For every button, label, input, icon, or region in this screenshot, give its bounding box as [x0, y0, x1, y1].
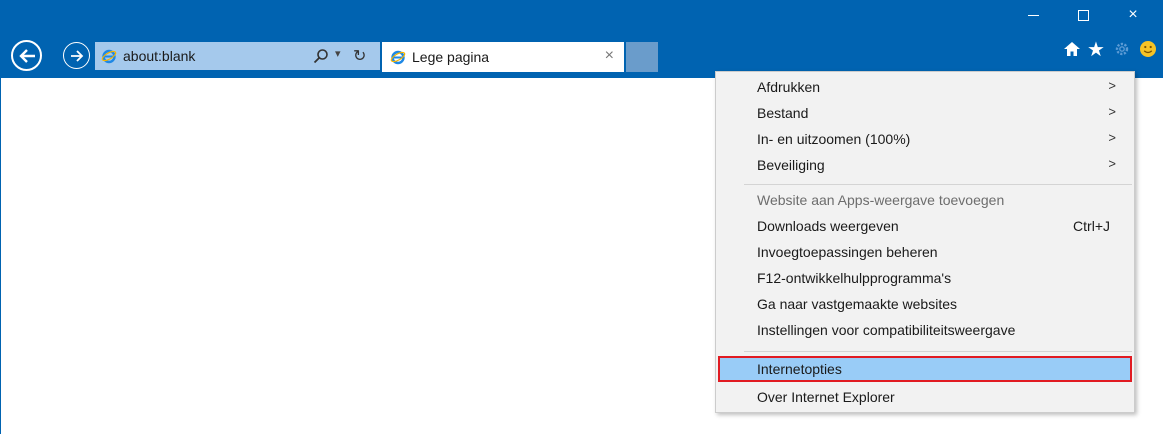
tab-title: Lege pagina	[412, 49, 490, 65]
refresh-icon[interactable]: ↻	[353, 46, 366, 66]
browser-titlebar: × about:blank ▾ ↻ Lege pagina × ★	[0, 0, 1163, 78]
menu-item-label: Instellingen voor compatibiliteitsweerga…	[757, 322, 1016, 338]
menu-item-zoom[interactable]: In- en uitzoomen (100%) >	[716, 126, 1134, 152]
search-icon[interactable]	[313, 48, 329, 64]
internet-explorer-icon	[390, 50, 406, 65]
menu-item-addons[interactable]: Invoegtoepassingen beheren	[716, 239, 1134, 265]
tab-lege-pagina[interactable]: Lege pagina ×	[382, 42, 624, 72]
menu-item-compat-view[interactable]: Instellingen voor compatibiliteitsweerga…	[716, 317, 1134, 343]
maximize-icon	[1077, 9, 1089, 21]
forward-button[interactable]	[63, 42, 90, 69]
menu-item-bestand[interactable]: Bestand >	[716, 100, 1134, 126]
menu-item-internet-options[interactable]: Internetopties	[718, 356, 1132, 382]
internet-explorer-icon	[101, 49, 117, 64]
close-tab-icon[interactable]: ×	[605, 47, 614, 65]
submenu-arrow-icon: >	[1108, 104, 1116, 119]
smiley-icon[interactable]	[1137, 38, 1159, 60]
menu-item-label: Website aan Apps-weergave toevoegen	[757, 192, 1005, 208]
back-button[interactable]	[11, 40, 42, 71]
menu-item-add-to-apps: Website aan Apps-weergave toevoegen	[716, 187, 1134, 213]
new-tab-button[interactable]	[626, 42, 658, 72]
close-icon: ×	[1128, 6, 1138, 23]
minimize-button[interactable]	[1010, 0, 1056, 30]
menu-item-about-ie[interactable]: Over Internet Explorer	[716, 384, 1134, 410]
submenu-arrow-icon: >	[1108, 130, 1116, 145]
menu-item-label: Afdrukken	[757, 79, 821, 95]
submenu-arrow-icon: >	[1108, 156, 1116, 171]
menu-item-label: Bestand	[757, 105, 809, 121]
menu-item-label: Beveiliging	[757, 157, 825, 173]
menu-item-f12-devtools[interactable]: F12-ontwikkelhulpprogramma's	[716, 265, 1134, 291]
search-dropdown-icon[interactable]: ▾	[335, 47, 341, 60]
maximize-button[interactable]	[1060, 0, 1106, 30]
menu-item-pinned-sites[interactable]: Ga naar vastgemaakte websites	[716, 291, 1134, 317]
menu-item-label: Internetopties	[757, 361, 842, 377]
menu-item-afdrukken[interactable]: Afdrukken >	[716, 74, 1134, 100]
minimize-icon	[1027, 14, 1039, 16]
tools-menu: Afdrukken > Bestand > In- en uitzoomen (…	[715, 71, 1135, 413]
menu-item-shortcut: Ctrl+J	[1073, 218, 1110, 234]
arrow-right-icon	[70, 49, 83, 62]
address-input[interactable]: about:blank	[123, 48, 195, 64]
gear-icon[interactable]	[1111, 38, 1133, 60]
menu-item-label: Downloads weergeven	[757, 218, 899, 234]
menu-item-downloads[interactable]: Downloads weergeven Ctrl+J	[716, 213, 1134, 239]
menu-item-label: F12-ontwikkelhulpprogramma's	[757, 270, 952, 286]
address-bar[interactable]: about:blank ▾ ↻	[95, 42, 380, 70]
menu-item-label: Invoegtoepassingen beheren	[757, 244, 938, 260]
close-window-button[interactable]: ×	[1110, 0, 1156, 30]
menu-item-label: Ga naar vastgemaakte websites	[757, 296, 957, 312]
submenu-arrow-icon: >	[1108, 78, 1116, 93]
arrow-left-icon	[18, 48, 35, 63]
star-icon[interactable]: ★	[1085, 38, 1107, 61]
menu-separator	[744, 351, 1132, 352]
menu-item-label: In- en uitzoomen (100%)	[757, 131, 911, 147]
menu-separator	[744, 184, 1132, 185]
menu-item-beveiliging[interactable]: Beveiliging >	[716, 152, 1134, 178]
home-icon[interactable]	[1061, 38, 1083, 60]
menu-item-label: Over Internet Explorer	[757, 389, 895, 405]
